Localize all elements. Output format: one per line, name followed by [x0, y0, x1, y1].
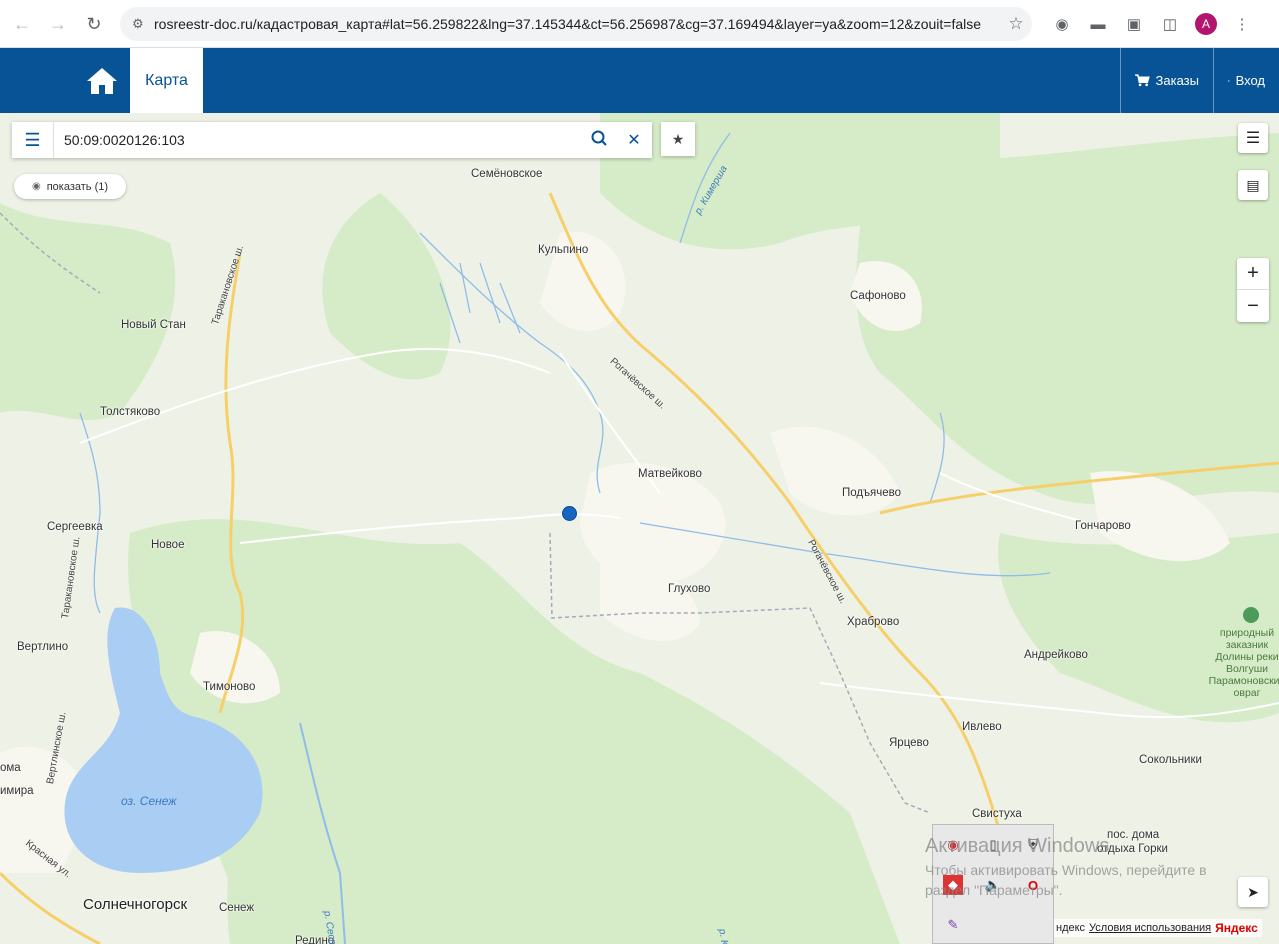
search-icon: [591, 130, 607, 146]
place-label: Гончарово: [1075, 520, 1131, 532]
ruler-icon: ▤: [1246, 176, 1260, 193]
place-label: ома: [0, 762, 21, 774]
orders-label: Заказы: [1155, 73, 1199, 88]
cart-icon: [1135, 74, 1150, 87]
profile-avatar[interactable]: A: [1190, 8, 1222, 40]
place-label: Матвейково: [638, 468, 702, 480]
place-label: Ярцево: [889, 737, 929, 749]
search-panel: ☰ ✕: [12, 122, 652, 158]
place-label: Сенеж: [219, 902, 255, 914]
place-label: Ивлево: [962, 721, 1002, 733]
menu-button[interactable]: ☰: [12, 122, 54, 158]
puzzle-icon[interactable]: ▣: [1118, 8, 1150, 40]
back-icon[interactable]: ←: [4, 6, 40, 42]
extension-icon[interactable]: ▬: [1082, 8, 1114, 40]
zoom-in-button[interactable]: +: [1237, 258, 1269, 290]
avatar[interactable]: A: [1195, 13, 1217, 35]
show-results-label: показать (1): [46, 180, 109, 193]
zoom-out-button[interactable]: −: [1237, 290, 1269, 322]
place-label: имира: [0, 785, 34, 797]
kebab-menu-icon[interactable]: ⋮: [1226, 8, 1258, 40]
site-info-icon[interactable]: ⚙: [132, 16, 154, 32]
place-label: Сокольники: [1139, 754, 1202, 766]
favorites-button[interactable]: ★: [661, 122, 695, 156]
url-text[interactable]: rosreestr-doc.ru/кадастровая_карта#lat=5…: [154, 16, 1000, 32]
star-icon: ★: [671, 130, 685, 147]
map-canvas[interactable]: Семёновское Кульпино Сафоново Новый Стан…: [0, 113, 1279, 944]
user-icon: [1228, 79, 1230, 82]
address-bar[interactable]: ⚙ rosreestr-doc.ru/кадастровая_карта#lat…: [120, 7, 1032, 41]
place-label: Солнечногорск: [83, 896, 188, 913]
layers-button[interactable]: ☰: [1238, 123, 1268, 153]
search-button[interactable]: [582, 130, 616, 151]
login-label: Вход: [1235, 73, 1265, 88]
tab-map[interactable]: Карта: [130, 48, 203, 113]
place-label: Толстяково: [100, 406, 161, 418]
place-label: Подъячево: [842, 487, 902, 499]
place-label: Свистуха: [972, 808, 1022, 820]
eye-icon: ◉: [31, 181, 41, 192]
lake-label: оз. Сенеж: [121, 794, 177, 808]
place-label: Новый Стан: [121, 319, 186, 331]
place-label: Вертлино: [17, 641, 69, 653]
home-icon: [87, 67, 117, 94]
place-label: Храброво: [847, 616, 900, 628]
forward-icon[interactable]: →: [40, 6, 76, 42]
place-label: Новое: [151, 539, 185, 551]
sidepanel-icon[interactable]: ◫: [1154, 8, 1186, 40]
park-icon[interactable]: [1243, 607, 1259, 623]
windows-activation-title: Активация Windows: [925, 835, 1110, 857]
hamburger-icon: ☰: [24, 129, 41, 150]
layers-icon: ☰: [1245, 130, 1261, 147]
site-header: Карта Заказы Вход: [0, 48, 1279, 113]
pen-icon[interactable]: ✎: [943, 915, 963, 935]
search-input[interactable]: [54, 122, 582, 158]
attribution-text: ндекс: [1056, 922, 1086, 934]
place-label: Тимоново: [203, 681, 256, 693]
yandex-logo[interactable]: Яндекс: [1215, 921, 1258, 935]
extensions-area: ◉ ▬ ▣ ◫ A ⋮: [1046, 8, 1258, 40]
bookmark-star-icon[interactable]: ☆: [1000, 14, 1032, 34]
place-label: Глухово: [668, 583, 711, 595]
place-label: Сергеевка: [47, 521, 103, 533]
place-label: Андрейково: [1024, 649, 1088, 661]
zoom-control: + −: [1237, 258, 1269, 322]
show-results-button[interactable]: ◉ показать (1): [14, 174, 126, 199]
windows-activation-body: Чтобы активировать Windows, перейдите в …: [925, 862, 1207, 898]
orders-button[interactable]: Заказы: [1120, 48, 1213, 113]
header-actions: Заказы Вход: [1120, 48, 1279, 113]
place-label: Семёновское: [471, 168, 543, 180]
clear-button[interactable]: ✕: [616, 130, 652, 150]
park-label: природный заказник Долины реки Волгуши П…: [1208, 627, 1279, 699]
login-button[interactable]: Вход: [1213, 48, 1279, 113]
browser-toolbar: ← → ↻ ⚙ rosreestr-doc.ru/кадастровая_кар…: [0, 0, 1279, 48]
ruler-button[interactable]: ▤: [1238, 170, 1268, 200]
place-label: пос. дома: [1107, 829, 1160, 841]
home-button[interactable]: [80, 48, 124, 113]
terms-link[interactable]: Условия использования: [1089, 922, 1211, 934]
place-label: Сафоново: [850, 290, 906, 302]
parcel-marker[interactable]: [562, 506, 577, 521]
place-label: Кульпино: [538, 244, 589, 256]
extension-icon[interactable]: ◉: [1046, 8, 1078, 40]
close-icon: ✕: [627, 132, 641, 149]
map-attribution: ндекс Условия использования Яндекс: [1052, 919, 1262, 937]
reload-icon[interactable]: ↻: [76, 6, 112, 42]
